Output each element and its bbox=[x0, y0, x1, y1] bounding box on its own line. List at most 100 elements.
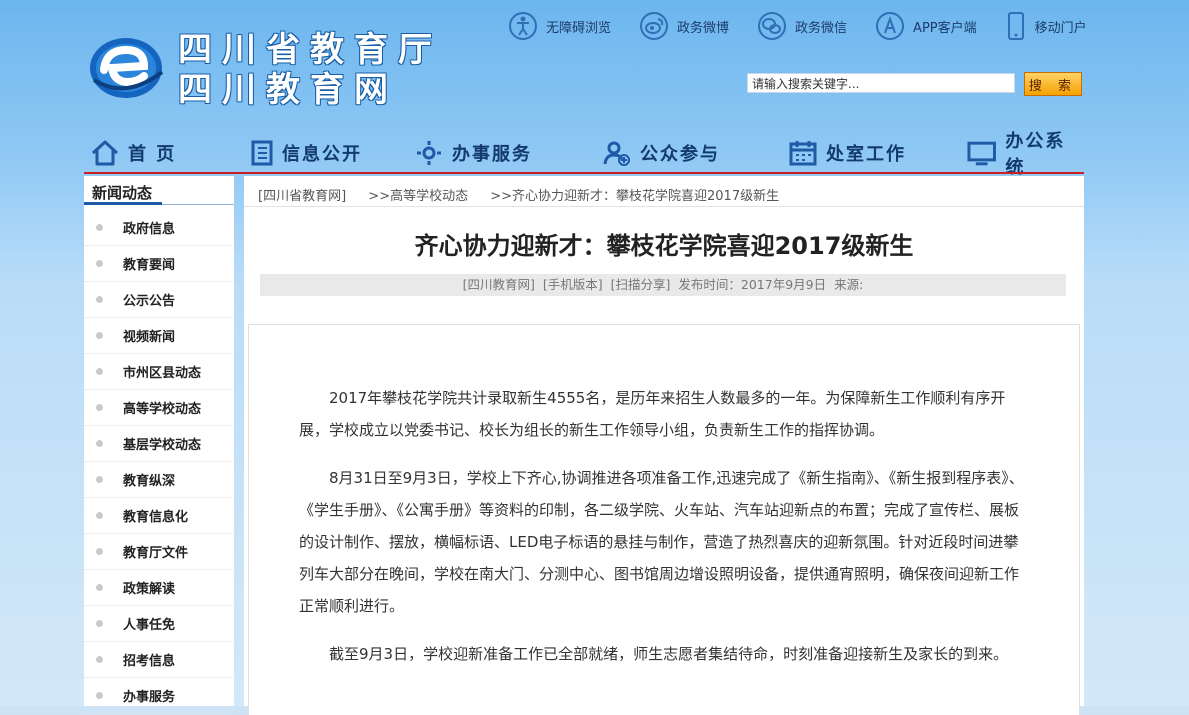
breadcrumb-divider bbox=[244, 206, 1084, 207]
search-input[interactable]: 请输入搜索关键字... bbox=[747, 73, 1015, 93]
breadcrumb: [四川省教育网] >>高等学校动态 >>齐心协力迎新才：攀枝花学院喜迎2017级… bbox=[258, 185, 797, 204]
breadcrumb-item[interactable]: [四川省教育网] bbox=[258, 189, 346, 204]
top-link-app[interactable]: APP客户端 bbox=[875, 8, 977, 44]
wechat-icon bbox=[758, 12, 787, 40]
bullet-icon bbox=[96, 656, 103, 663]
top-link-wechat[interactable]: 政务微信 bbox=[757, 8, 847, 44]
breadcrumb-item[interactable]: >>齐心协力迎新才：攀枝花学院喜迎2017级新生 bbox=[490, 189, 779, 204]
bullet-icon bbox=[96, 440, 103, 447]
sidebar-item[interactable]: 政策解读 bbox=[84, 570, 234, 606]
bullet-icon bbox=[96, 260, 103, 267]
sidebar-item-label: 视频新闻 bbox=[123, 330, 176, 345]
article-paragraph: 截至9月3日，学校迎新准备工作已全部就绪，师生志愿者集结待命，时刻准备迎接新生及… bbox=[329, 645, 1009, 663]
bullet-icon bbox=[96, 548, 103, 555]
sidebar-item-label: 高等学校动态 bbox=[123, 402, 202, 417]
sidebar-item-label: 教育信息化 bbox=[123, 510, 189, 525]
top-link-label: 政务微博 bbox=[677, 20, 730, 36]
meta-share-link[interactable]: [扫描分享] bbox=[611, 277, 671, 292]
sidebar-item-label: 教育要闻 bbox=[123, 258, 176, 273]
sidebar-item[interactable]: 人事任免 bbox=[84, 606, 234, 642]
sidebar-list: 政府信息 教育要闻 公示公告 视频新闻 市州区县动态 高等学校动态 基层学校动态… bbox=[84, 210, 234, 714]
calendar-icon bbox=[789, 141, 817, 166]
sidebar-item[interactable]: 教育信息化 bbox=[84, 498, 234, 534]
top-link-weibo[interactable]: 政务微博 bbox=[639, 8, 729, 44]
sidebar: 新闻动态 政府信息 教育要闻 公示公告 视频新闻 市州区县动态 高等学校动态 基… bbox=[84, 176, 234, 714]
top-links: 无障碍浏览 政务微博 政务微信 APP客户端 移动门户 bbox=[508, 8, 1115, 44]
sidebar-item[interactable]: 视频新闻 bbox=[84, 318, 234, 354]
bullet-icon bbox=[96, 368, 103, 375]
document-icon bbox=[251, 140, 273, 166]
meta-source: 来源: bbox=[834, 277, 864, 292]
article-meta: [四川教育网] [手机版本] [扫描分享] 发布时间：2017年9月9日 来源: bbox=[260, 274, 1066, 296]
nav-office-system[interactable]: 办公系统 bbox=[966, 131, 1084, 178]
app-store-icon bbox=[876, 12, 905, 40]
top-link-label: 政务微信 bbox=[795, 20, 848, 36]
sidebar-item-label: 基层学校动态 bbox=[123, 438, 202, 453]
nav-label: 公众参与 bbox=[640, 144, 720, 165]
bullet-icon bbox=[96, 512, 103, 519]
top-link-label: 移动门户 bbox=[1034, 20, 1087, 36]
site-title-line2: 四川教育网 bbox=[178, 70, 398, 110]
sidebar-item[interactable]: 教育要闻 bbox=[84, 246, 234, 282]
top-link-accessibility[interactable]: 无障碍浏览 bbox=[508, 8, 611, 44]
sidebar-item[interactable]: 政府信息 bbox=[84, 210, 234, 246]
sidebar-item-label: 人事任免 bbox=[123, 618, 176, 633]
nav-home[interactable]: 首 页 bbox=[90, 134, 176, 172]
top-link-label: APP客户端 bbox=[913, 20, 977, 36]
sidebar-item[interactable]: 招考信息 bbox=[84, 642, 234, 678]
sidebar-heading-accent bbox=[84, 202, 162, 205]
user-add-icon bbox=[603, 141, 630, 166]
nav-label: 首 页 bbox=[128, 144, 177, 165]
weibo-icon bbox=[640, 12, 669, 40]
article-body: 2017年攀枝花学院共计录取新生4555名，是历年来招生人数最多的一年。为保障新… bbox=[248, 324, 1080, 715]
sidebar-item[interactable]: 基层学校动态 bbox=[84, 426, 234, 462]
sidebar-item[interactable]: 公示公告 bbox=[84, 282, 234, 318]
monitor-icon bbox=[967, 141, 996, 166]
bullet-icon bbox=[96, 332, 103, 339]
article-title: 齐心协力迎新才：攀枝花学院喜迎2017级新生 bbox=[414, 232, 914, 260]
sidebar-item[interactable]: 高等学校动态 bbox=[84, 390, 234, 426]
bullet-icon bbox=[96, 584, 103, 591]
sidebar-item[interactable]: 教育厅文件 bbox=[84, 534, 234, 570]
home-icon bbox=[91, 140, 119, 166]
nav-label: 信息公开 bbox=[282, 144, 362, 165]
meta-site-link[interactable]: [四川教育网] bbox=[463, 277, 535, 292]
sidebar-item[interactable]: 市州区县动态 bbox=[84, 354, 234, 390]
top-link-mobile[interactable]: 移动门户 bbox=[1005, 8, 1087, 44]
nav-services[interactable]: 办事服务 bbox=[414, 134, 532, 172]
breadcrumb-item[interactable]: >>高等学校动态 bbox=[368, 189, 468, 204]
nav-label: 办事服务 bbox=[452, 144, 532, 165]
meta-date: 发布时间：2017年9月9日 bbox=[678, 277, 827, 292]
sidebar-item-label: 教育纵深 bbox=[123, 474, 176, 489]
nav-divider bbox=[84, 172, 1084, 174]
mobile-phone-icon bbox=[1007, 12, 1024, 40]
sidebar-item-label: 市州区县动态 bbox=[123, 366, 202, 381]
nav-department-work[interactable]: 处室工作 bbox=[788, 134, 906, 172]
accessibility-icon bbox=[509, 12, 537, 40]
meta-mobile-link[interactable]: [手机版本] bbox=[543, 277, 603, 292]
sidebar-item[interactable]: 教育纵深 bbox=[84, 462, 234, 498]
bullet-icon bbox=[96, 404, 103, 411]
sidebar-heading: 新闻动态 bbox=[92, 184, 153, 202]
sidebar-item[interactable]: 办事服务 bbox=[84, 678, 234, 714]
sidebar-item-label: 教育厅文件 bbox=[123, 546, 189, 561]
service-icon bbox=[417, 141, 441, 165]
bullet-icon bbox=[96, 224, 103, 231]
sidebar-item-label: 公示公告 bbox=[123, 294, 176, 309]
nav-info-disclosure[interactable]: 信息公开 bbox=[250, 134, 362, 172]
sidebar-item-label: 招考信息 bbox=[123, 654, 176, 669]
nav-label: 处室工作 bbox=[826, 144, 906, 165]
nav-public-participation[interactable]: 公众参与 bbox=[602, 134, 720, 172]
sidebar-item-label: 政府信息 bbox=[123, 222, 176, 237]
sidebar-item-label: 政策解读 bbox=[123, 582, 176, 597]
bullet-icon bbox=[96, 620, 103, 627]
bullet-icon bbox=[96, 476, 103, 483]
bullet-icon bbox=[96, 296, 103, 303]
search-button[interactable]: 搜 索 bbox=[1024, 72, 1082, 96]
article-paragraph: 8月31日至9月3日，学校上下齐心,协调推进各项准备工作,迅速完成了《新生指南》… bbox=[299, 469, 1024, 615]
site-logo bbox=[90, 38, 164, 98]
article-paragraph: 2017年攀枝花学院共计录取新生4555名，是历年来招生人数最多的一年。为保障新… bbox=[299, 389, 1006, 439]
main-nav: 首 页 信息公开 办事服务 公众参与 处室工作 办公系统 bbox=[84, 131, 1084, 178]
top-link-label: 无障碍浏览 bbox=[546, 20, 612, 36]
sidebar-item-label: 办事服务 bbox=[123, 690, 176, 705]
